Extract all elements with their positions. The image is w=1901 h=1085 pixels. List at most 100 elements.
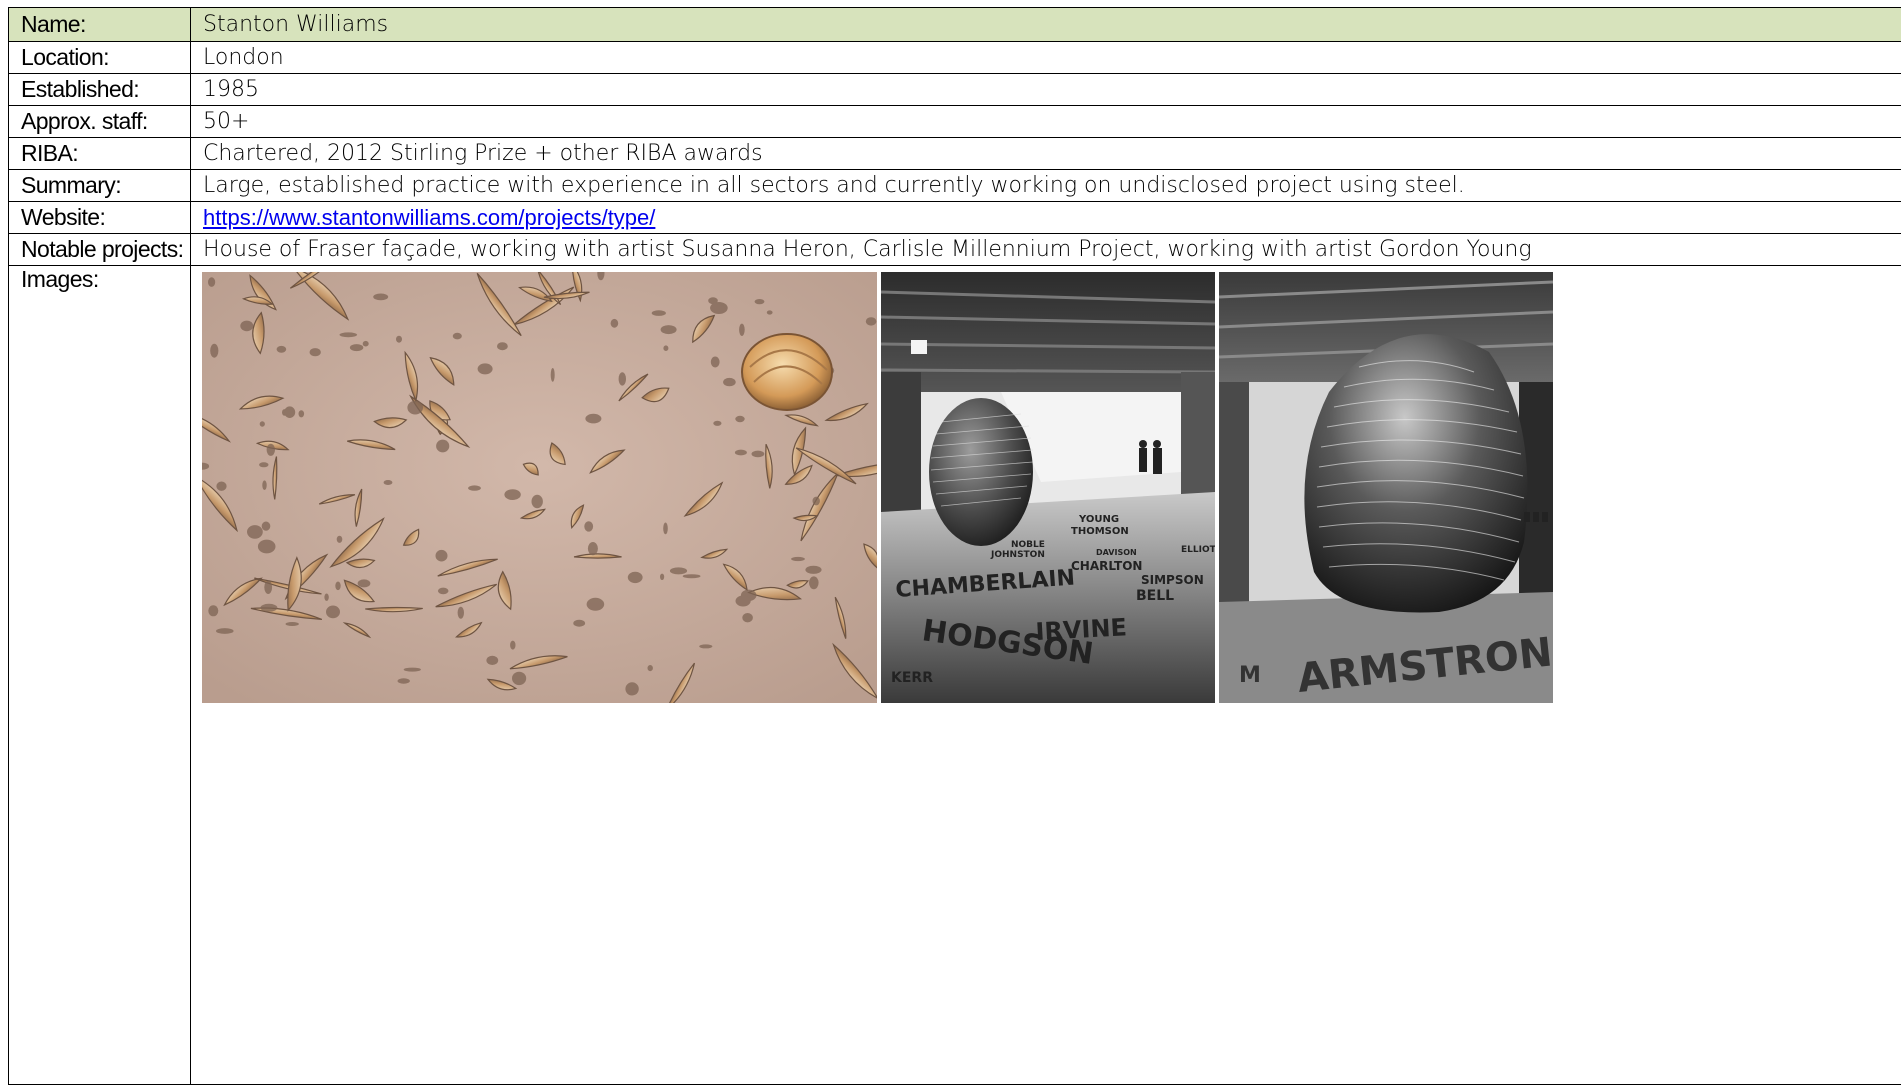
stone-pit bbox=[587, 598, 605, 611]
row-summary: Summary: Large, established practice wit… bbox=[9, 170, 1901, 202]
stone-pit bbox=[713, 421, 721, 426]
image-gallery: YOUNG THOMSON NOBLE JOHNSTON DAVISON ELL… bbox=[202, 272, 1895, 703]
row-staff: Approx. staff: 50+ bbox=[9, 106, 1901, 138]
stone-pit bbox=[813, 497, 820, 506]
svg-text:M: M bbox=[1239, 663, 1261, 688]
stone-pit bbox=[661, 325, 677, 334]
svg-text:CHARLTON: CHARLTON bbox=[1071, 559, 1142, 573]
stone-pit bbox=[532, 495, 543, 508]
stone-pit bbox=[208, 605, 218, 616]
label-summary: Summary: bbox=[9, 170, 191, 202]
stone-pit bbox=[407, 401, 423, 415]
stone-pit bbox=[683, 574, 701, 578]
label-images: Images: bbox=[9, 266, 191, 1085]
stone-pit bbox=[866, 317, 877, 325]
fossil-stone-facade-photo bbox=[202, 272, 877, 703]
label-projects: Notable projects: bbox=[9, 234, 191, 266]
stone-pit bbox=[723, 378, 736, 386]
stone-pit bbox=[262, 522, 271, 531]
stone-pit bbox=[398, 678, 410, 683]
stone-pit bbox=[585, 414, 601, 424]
value-summary: Large, established practice with experie… bbox=[191, 170, 1901, 202]
stone-pit bbox=[277, 346, 287, 353]
stone-pit bbox=[711, 357, 720, 368]
svg-text:ELLIOT: ELLIOT bbox=[1181, 545, 1215, 555]
svg-text:JOHNSTON: JOHNSTON bbox=[990, 550, 1045, 560]
company-profile-sheet: Name: Stanton Williams Location: London … bbox=[8, 7, 1901, 1083]
label-riba: RIBA: bbox=[9, 138, 191, 170]
stone-pit bbox=[663, 345, 668, 351]
stone-pit bbox=[384, 480, 393, 485]
value-established: 1985 bbox=[191, 74, 1901, 106]
stone-pit bbox=[486, 656, 498, 665]
stone-pit bbox=[436, 440, 449, 453]
stone-pit bbox=[264, 581, 272, 594]
website-link[interactable]: https://www.stantonwilliams.com/projects… bbox=[203, 205, 655, 230]
stone-pit bbox=[363, 341, 369, 347]
stone-pit bbox=[438, 588, 449, 595]
stone-pit bbox=[767, 310, 773, 314]
row-website: Website: https://www.stantonwilliams.com… bbox=[9, 202, 1901, 234]
svg-text:KERR: KERR bbox=[891, 670, 933, 686]
stone-pit bbox=[259, 462, 268, 467]
svg-text:THOMSON: THOMSON bbox=[1071, 526, 1129, 537]
svg-text:BELL: BELL bbox=[1136, 588, 1174, 604]
stone-pit bbox=[755, 299, 765, 304]
stone-pit bbox=[286, 622, 299, 626]
stone-pit bbox=[648, 665, 653, 671]
row-projects: Notable projects: House of Fraser façade… bbox=[9, 234, 1901, 266]
value-name: Stanton Williams bbox=[191, 8, 1901, 42]
label-location: Location: bbox=[9, 42, 191, 74]
stone-pit bbox=[210, 344, 218, 358]
stone-pit bbox=[262, 480, 266, 490]
stone-pit bbox=[350, 344, 363, 351]
stone-pit bbox=[512, 672, 526, 685]
stone-pit bbox=[742, 613, 753, 622]
label-staff: Approx. staff: bbox=[9, 106, 191, 138]
stone-pit bbox=[652, 310, 666, 316]
stone-pit bbox=[326, 606, 340, 619]
stone-pit bbox=[735, 450, 747, 456]
stone-pit bbox=[699, 644, 712, 648]
stone-pit bbox=[337, 536, 343, 543]
stone-pit bbox=[573, 620, 585, 627]
stone-pit bbox=[628, 572, 643, 583]
stone-pit bbox=[468, 485, 481, 490]
stone-pit bbox=[735, 416, 744, 422]
stone-pit bbox=[752, 451, 765, 458]
stone-pit bbox=[497, 342, 508, 350]
stone-pit bbox=[584, 521, 593, 531]
value-staff: 50+ bbox=[191, 106, 1901, 138]
stone-pit bbox=[619, 372, 626, 385]
inscribed-boulder-closeup-photo: M ARMSTRONG bbox=[1219, 272, 1553, 703]
carlisle-subway-stone-photo: YOUNG THOMSON NOBLE JOHNSTON DAVISON ELL… bbox=[881, 272, 1215, 703]
stone-pit bbox=[510, 641, 515, 650]
stone-pit bbox=[588, 542, 598, 555]
stone-pit bbox=[216, 628, 234, 634]
stone-pit bbox=[373, 294, 388, 301]
stone-pit bbox=[310, 348, 321, 356]
company-profile-table: Name: Stanton Williams Location: London … bbox=[8, 7, 1901, 1085]
stone-pit bbox=[299, 410, 305, 417]
svg-text:SIMPSON: SIMPSON bbox=[1141, 573, 1204, 587]
stone-pit bbox=[340, 332, 358, 337]
stone-pit bbox=[358, 579, 371, 587]
stone-pit bbox=[670, 567, 687, 574]
stone-pit bbox=[267, 444, 275, 456]
svg-text:YOUNG: YOUNG bbox=[1078, 514, 1119, 525]
stone-pit bbox=[284, 406, 295, 418]
stone-pit bbox=[247, 525, 263, 539]
svg-text:DAVISON: DAVISON bbox=[1096, 548, 1137, 557]
images-cell: YOUNG THOMSON NOBLE JOHNSTON DAVISON ELL… bbox=[191, 266, 1901, 1085]
label-established: Established: bbox=[9, 74, 191, 106]
value-riba: Chartered, 2012 Stirling Prize + other R… bbox=[191, 138, 1901, 170]
stone-pit bbox=[324, 594, 328, 601]
stone-pit bbox=[809, 576, 819, 589]
svg-text:NOBLE: NOBLE bbox=[1011, 540, 1045, 550]
stone-pit bbox=[453, 333, 462, 340]
row-name: Name: Stanton Williams bbox=[9, 8, 1901, 42]
stone-pit bbox=[478, 363, 493, 374]
stone-pit bbox=[404, 668, 421, 672]
stone-pit bbox=[258, 540, 276, 554]
stone-pit bbox=[791, 557, 805, 561]
